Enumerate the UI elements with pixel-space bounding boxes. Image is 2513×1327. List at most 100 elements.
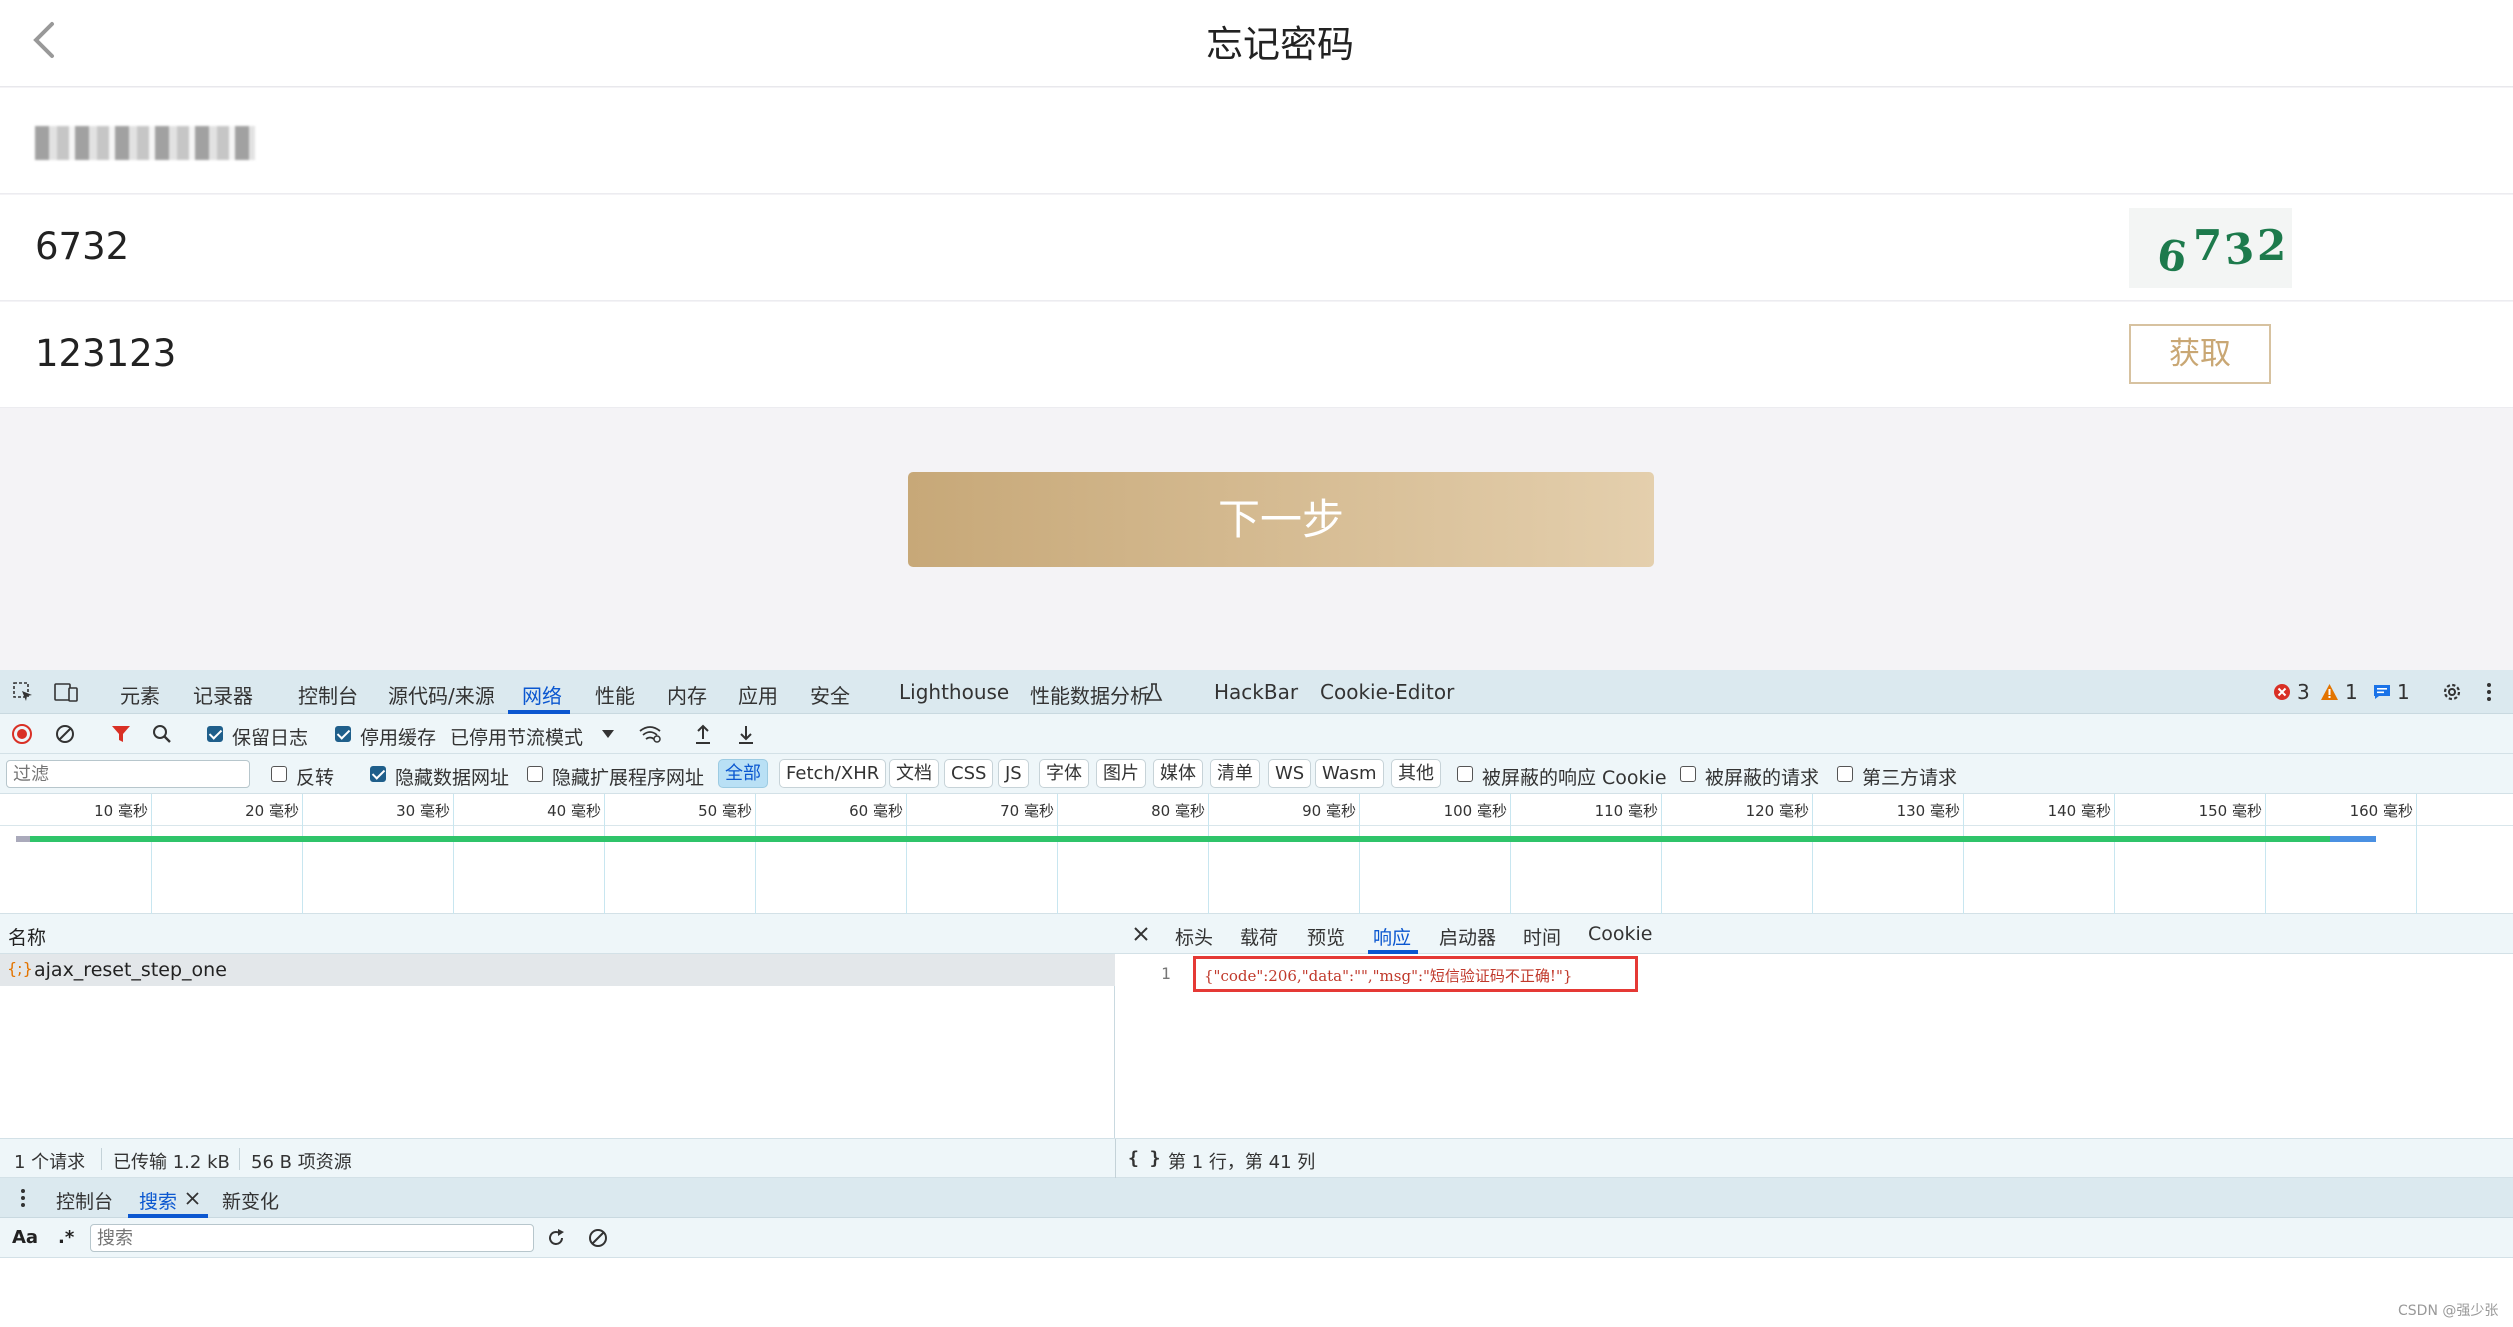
captcha-image[interactable]: 6 7 3 2 xyxy=(2129,208,2292,288)
invert-label: 反转 xyxy=(296,767,335,789)
filter-type-css[interactable]: CSS xyxy=(944,759,994,788)
tab-lighthouse[interactable]: Lighthouse xyxy=(899,680,1009,704)
timeline-tick: 120 毫秒 xyxy=(1746,794,1813,914)
settings-gear-icon[interactable] xyxy=(2440,680,2464,704)
error-count[interactable]: 3 xyxy=(2297,680,2310,704)
captcha-input[interactable]: 6732 xyxy=(35,225,129,268)
blocked-requests-checkbox[interactable] xyxy=(1680,766,1696,782)
import-har-icon[interactable] xyxy=(694,723,712,745)
tab-performance[interactable]: 性能 xyxy=(595,680,635,709)
export-har-icon[interactable] xyxy=(737,723,755,745)
page-title: 忘记密码 xyxy=(1206,23,1354,66)
network-conditions-icon[interactable] xyxy=(638,724,662,744)
filter-type-media[interactable]: 媒体 xyxy=(1153,759,1203,788)
hide-data-urls-checkbox[interactable] xyxy=(370,766,386,782)
error-icon[interactable] xyxy=(2273,683,2291,701)
close-icon[interactable] xyxy=(1133,926,1149,942)
filter-type-doc[interactable]: 文档 xyxy=(889,759,939,788)
timeline-tick: 110 毫秒 xyxy=(1595,794,1662,914)
invert-checkbox[interactable] xyxy=(271,766,287,782)
tab-console[interactable]: 控制台 xyxy=(298,680,358,709)
inspect-element-icon[interactable] xyxy=(12,681,34,703)
tab-hackbar[interactable]: HackBar xyxy=(1214,680,1298,704)
captcha-char: 3 xyxy=(2222,223,2256,275)
close-icon[interactable] xyxy=(186,1192,199,1205)
record-stop-icon[interactable] xyxy=(12,724,32,744)
timeline-tick: 90 毫秒 xyxy=(1302,794,1360,914)
filter-type-fetch-xhr[interactable]: Fetch/XHR xyxy=(779,759,887,788)
third-party-label: 第三方请求 xyxy=(1862,767,1958,789)
more-menu-icon[interactable] xyxy=(2485,681,2493,703)
timeline-bar-download xyxy=(2330,836,2376,842)
filter-type-other[interactable]: 其他 xyxy=(1391,759,1441,788)
disable-cache-checkbox[interactable] xyxy=(335,726,351,742)
response-body[interactable]: {"code":206,"data":"","msg":"短信验证码不正确!"} xyxy=(1193,956,1638,992)
refresh-icon[interactable] xyxy=(546,1228,566,1248)
sms-code-input[interactable]: 123123 xyxy=(35,332,176,375)
clear-icon[interactable] xyxy=(55,724,75,744)
filter-input[interactable] xyxy=(6,760,250,788)
timeline-tick: 20 毫秒 xyxy=(245,794,303,914)
filter-type-all[interactable]: 全部 xyxy=(718,759,768,788)
tab-initiator[interactable]: 启动器 xyxy=(1439,923,1496,950)
throttle-select[interactable]: 已停用节流模式 xyxy=(450,723,583,750)
match-case-toggle[interactable]: Aa xyxy=(12,1227,38,1248)
chevron-down-icon[interactable] xyxy=(602,730,614,738)
tab-application[interactable]: 应用 xyxy=(738,680,778,709)
tab-preview[interactable]: 预览 xyxy=(1307,923,1345,950)
request-detail: 标头 载荷 预览 响应 启动器 时间 Cookie 1 {"code":206,… xyxy=(1115,914,2513,1138)
tab-cookie-editor[interactable]: Cookie-Editor xyxy=(1320,680,1454,704)
drawer-menu-icon[interactable] xyxy=(20,1188,26,1208)
drawer-tabs: 控制台 搜索 新变化 xyxy=(0,1178,2513,1218)
drawer-tab-console[interactable]: 控制台 xyxy=(56,1187,113,1214)
filter-type-wasm[interactable]: Wasm xyxy=(1315,759,1384,788)
tab-recorder[interactable]: 记录器 xyxy=(193,680,253,709)
divider xyxy=(239,1148,240,1170)
message-count[interactable]: 1 xyxy=(2397,680,2410,704)
hide-data-urls-label: 隐藏数据网址 xyxy=(395,767,510,789)
tab-security[interactable]: 安全 xyxy=(810,680,850,709)
network-filter-bar: 反转 隐藏数据网址 隐藏扩展程序网址 全部 Fetch/XHR 文档 CSS J… xyxy=(0,754,2513,794)
table-row[interactable]: {;} ajax_reset_step_one xyxy=(0,954,1115,986)
blocked-cookies-checkbox[interactable] xyxy=(1457,766,1473,782)
timeline-tick: 70 毫秒 xyxy=(1000,794,1058,914)
clear-search-icon[interactable] xyxy=(588,1228,608,1248)
tab-timing[interactable]: 时间 xyxy=(1523,923,1561,950)
device-toolbar-icon[interactable] xyxy=(54,681,78,703)
tab-sources[interactable]: 源代码/来源 xyxy=(388,680,495,709)
hide-extension-urls-checkbox[interactable] xyxy=(527,766,543,782)
request-name: ajax_reset_step_one xyxy=(34,959,227,981)
tab-memory[interactable]: 内存 xyxy=(667,680,707,709)
tab-response[interactable]: 响应 xyxy=(1373,923,1411,950)
filter-type-img[interactable]: 图片 xyxy=(1096,759,1146,788)
regex-toggle[interactable]: .* xyxy=(58,1227,74,1248)
timeline-tick: 150 毫秒 xyxy=(2199,794,2266,914)
tab-headers[interactable]: 标头 xyxy=(1175,923,1213,950)
get-code-button[interactable]: 获取 xyxy=(2129,324,2271,384)
search-input[interactable] xyxy=(90,1224,534,1252)
filter-type-manifest[interactable]: 清单 xyxy=(1210,759,1260,788)
timeline-tick: 60 毫秒 xyxy=(849,794,907,914)
search-icon[interactable] xyxy=(152,724,172,744)
tab-cookies[interactable]: Cookie xyxy=(1588,923,1653,945)
drawer-tab-changes[interactable]: 新变化 xyxy=(222,1187,279,1214)
filter-icon[interactable] xyxy=(111,724,131,744)
third-party-checkbox[interactable] xyxy=(1837,766,1853,782)
filter-type-js[interactable]: JS xyxy=(998,759,1029,788)
next-step-button[interactable]: 下一步 xyxy=(908,472,1654,567)
tab-performance-insights[interactable]: 性能数据分析 xyxy=(1030,680,1150,709)
pretty-print-icon[interactable]: { } xyxy=(1128,1148,1161,1169)
column-name-header[interactable]: 名称 xyxy=(8,923,46,950)
warning-count[interactable]: 1 xyxy=(2345,680,2358,704)
phone-field[interactable] xyxy=(0,88,2513,194)
drawer-tab-search[interactable]: 搜索 xyxy=(139,1187,177,1214)
tab-payload[interactable]: 载荷 xyxy=(1240,923,1278,950)
filter-type-ws[interactable]: WS xyxy=(1268,759,1312,788)
warning-icon[interactable] xyxy=(2320,683,2339,701)
preserve-log-checkbox[interactable] xyxy=(207,726,223,742)
message-icon[interactable] xyxy=(2373,684,2391,700)
filter-type-font[interactable]: 字体 xyxy=(1039,759,1089,788)
tab-network[interactable]: 网络 xyxy=(522,680,562,709)
tab-elements[interactable]: 元素 xyxy=(120,680,160,709)
network-overview-timeline[interactable]: 10 毫秒 20 毫秒 30 毫秒 40 毫秒 50 毫秒 60 毫秒 70 毫… xyxy=(0,794,2513,914)
